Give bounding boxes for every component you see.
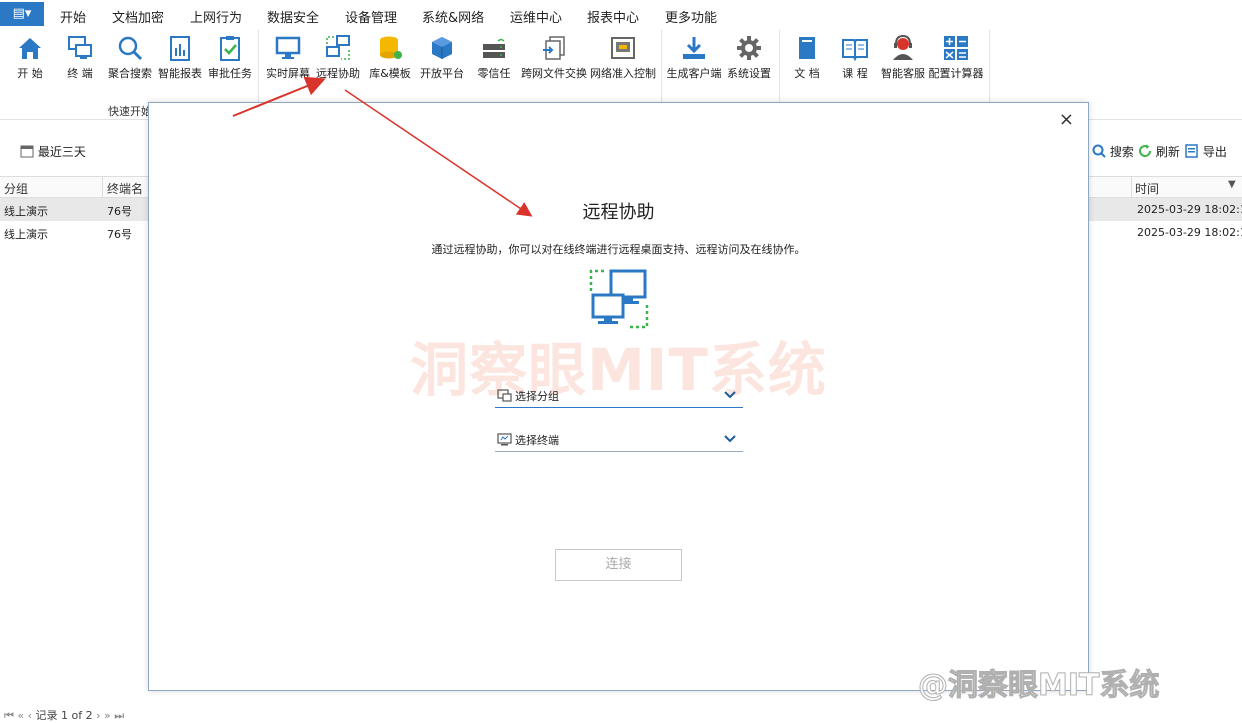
export-icon [1185,144,1198,158]
ribbon-terminal-label: 终 端 [67,67,93,80]
ribbon-approval-task-label: 审批任务 [208,67,252,80]
ribbon-cross-network-file-label: 跨网文件交换 [521,67,587,80]
ribbon-remote-assist-label: 远程协助 [316,67,360,80]
tab-device-management[interactable]: 设备管理 [345,7,397,26]
ribbon-smart-report-label: 智能报表 [158,67,202,80]
book-icon [799,37,815,59]
connect-button[interactable]: 连接 [555,549,682,581]
cell-time: 2025-03-29 18:02:13 [1137,203,1242,216]
ribbon-aggregate-search-label: 聚合搜索 [108,67,152,80]
pagination-bar: ⏮ « ‹ 记录 1 of 2 › » ⏭ [4,707,124,723]
search-button[interactable]: 搜索 [1092,143,1134,160]
remote-assist-dialog: × 远程协助 通过远程协助，你可以对在线终端进行远程桌面支持、远程访问及在线协作… [148,102,1089,691]
tab-data-security[interactable]: 数据安全 [267,7,319,26]
column-divider [102,177,103,197]
pagination-next-buttons[interactable]: › » ⏭ [96,709,124,722]
home-icon [19,38,41,59]
close-icon[interactable]: × [1059,109,1074,130]
select-group-placeholder: 选择分组 [515,390,559,403]
column-divider [1131,177,1132,197]
tab-more-features[interactable]: 更多功能 [665,7,717,26]
network-port-icon [611,37,635,59]
export-button[interactable]: 导出 [1185,143,1227,160]
refresh-label: 刷新 [1155,145,1180,159]
record-count: 记录 1 of 2 [35,709,93,722]
refresh-button[interactable]: 刷新 [1138,143,1180,160]
calculator-icon [944,36,968,60]
column-header-group[interactable]: 分组 [4,180,28,197]
ribbon-generate-client-label: 生成客户端 [666,67,722,80]
clipboard-check-icon [220,36,240,61]
ribbon-separator [258,30,259,102]
cell-terminal: 76号 [107,228,132,241]
ribbon-zero-trust-label: 零信任 [477,67,511,80]
ribbon-documents-label: 文 档 [794,67,820,80]
ribbon-system-settings-label: 系统设置 [727,67,771,80]
ribbon-smart-support-label: 智能客服 [881,67,925,80]
tab-ops-center[interactable]: 运维中心 [510,7,562,26]
ribbon-group-label: 快速开始 [108,105,152,118]
chevron-down-icon [724,391,736,399]
ribbon-network-access-control-label: 网络准入控制 [590,67,656,80]
corner-watermark: @洞察眼MIT系统 [917,668,1160,704]
search-label: 搜索 [1109,145,1134,159]
tab-system-network[interactable]: 系统&网络 [422,7,484,26]
tab-internet-behavior[interactable]: 上网行为 [190,7,242,26]
database-icon [380,36,402,59]
download-icon [683,37,705,59]
cell-group: 线上演示 [4,228,48,241]
open-book-icon [842,39,868,62]
remote-assist-illustration-icon [589,269,649,329]
export-label: 导出 [1202,145,1227,159]
menu-bar: ▤▾ 开始 文档加密 上网行为 数据安全 设备管理 系统&网络 运维中心 报表中… [0,0,1242,31]
search-icon [1092,144,1106,158]
refresh-icon [1139,144,1152,157]
cell-time: 2025-03-29 18:02:13 [1137,226,1242,239]
ribbon-separator [661,30,662,102]
select-terminal-placeholder: 选择终端 [515,434,559,447]
calendar-icon [20,145,34,158]
tab-document-encryption[interactable]: 文档加密 [112,7,164,26]
chevron-down-icon [724,435,736,443]
ribbon-courses-label: 课 程 [842,67,868,80]
tab-report-center[interactable]: 报表中心 [587,7,639,26]
headset-agent-icon [893,34,913,60]
dialog-description: 通过远程协助，你可以对在线终端进行远程桌面支持、远程访问及在线协作。 [431,243,806,256]
cell-terminal: 76号 [107,205,132,218]
select-terminal-dropdown[interactable]: 选择终端 [495,428,743,452]
monitor-icon [275,36,301,59]
group-network-icon [497,389,512,402]
dialog-title: 远程协助 [582,202,655,223]
app-menu-button[interactable]: ▤▾ [0,2,44,26]
date-filter-label: 最近三天 [37,145,86,159]
report-icon [170,36,190,61]
ribbon-live-screen-label: 实时屏幕 [266,67,310,80]
ribbon-open-platform-label: 开放平台 [420,67,464,80]
monitor-icon [497,433,512,446]
pagination-prev-buttons[interactable]: ⏮ « ‹ [4,709,32,722]
gear-icon [737,36,761,60]
ribbon-library-template-label: 库&模板 [369,67,411,80]
remote-assist-icon [326,35,350,60]
sort-down-icon[interactable]: ▼ [1228,179,1236,190]
date-filter-button[interactable]: 最近三天 [20,143,86,160]
ribbon-config-calculator-label: 配置计算器 [928,67,984,80]
terminal-icon [68,36,92,59]
column-header-terminal[interactable]: 终端名 [107,180,143,197]
ribbon-start-label: 开 始 [17,67,43,80]
search-icon [118,36,143,61]
select-group-dropdown[interactable]: 选择分组 [495,384,743,408]
cube-icon [432,37,452,59]
column-header-time[interactable]: 时间 [1135,180,1159,197]
ribbon-separator [989,30,990,102]
file-exchange-icon [543,36,565,60]
server-icon [483,38,505,58]
cell-group: 线上演示 [4,205,48,218]
